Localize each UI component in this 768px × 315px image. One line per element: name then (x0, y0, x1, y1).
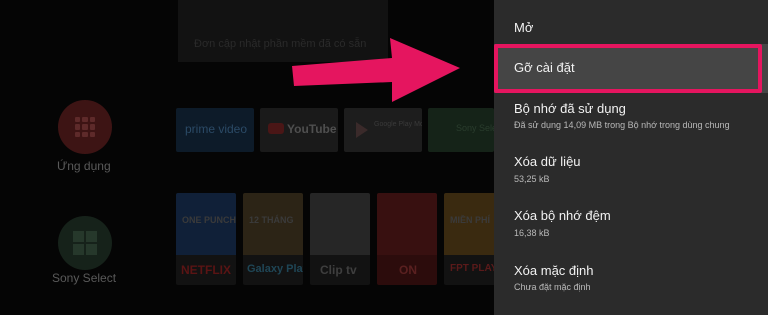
apps-launcher-button[interactable] (58, 100, 112, 154)
pointer-arrow-icon (292, 38, 460, 102)
menu-item-subtitle: 16,38 kB (514, 228, 550, 238)
menu-item-title: Xóa dữ liệu (514, 154, 581, 169)
app-tile-google-play-movies[interactable]: Google Play Movies (344, 108, 422, 152)
poster-caption: Galaxy Play (247, 263, 303, 275)
sony-select-button[interactable] (58, 216, 112, 270)
prime-video-logo: prime video (185, 122, 248, 136)
menu-item-subtitle: Chưa đặt mặc định (514, 282, 591, 292)
poster-art (310, 193, 370, 255)
poster-clip-tv[interactable]: Clip tv (310, 193, 370, 285)
menu-item-title: Gỡ cài đặt (514, 60, 575, 75)
poster-caption: ON (399, 263, 417, 277)
menu-item-open[interactable]: Mở (494, 0, 768, 44)
app-options-panel: Mở Gỡ cài đặt Bộ nhớ đã sử dụng Đã sử dụ… (494, 0, 768, 315)
sony-select-icon (73, 231, 97, 255)
google-play-icon (356, 122, 368, 138)
poster-galaxy-play[interactable]: 12 THÁNG Galaxy Play (243, 193, 303, 285)
apps-launcher-label: Ứng dụng (57, 159, 111, 173)
poster-on[interactable]: ON (377, 193, 437, 285)
google-play-movies-text: Google Play Movies (374, 121, 422, 128)
menu-item-title: Xóa mặc định (514, 263, 594, 278)
sony-select-label: Sony Select (52, 271, 117, 285)
menu-item-subtitle: Đã sử dụng 14,09 MB trong Bộ nhớ trong d… (514, 120, 730, 130)
poster-caption: Clip tv (320, 263, 357, 277)
menu-item-subtitle: 53,25 kB (514, 174, 550, 184)
youtube-logo-text: YouTube (287, 122, 337, 136)
youtube-play-icon (268, 123, 284, 134)
poster-art: ONE PUNCH MAN (176, 193, 236, 255)
poster-caption: FPT PLAY (450, 263, 494, 274)
app-tile-prime-video[interactable]: prime video (176, 108, 254, 152)
menu-item-title: Mở (514, 20, 534, 35)
poster-art (377, 193, 437, 255)
menu-item-uninstall[interactable]: Gỡ cài đặt (494, 44, 768, 93)
green-app-text: Sony Select (456, 123, 494, 133)
app-tile-green[interactable]: Sony Select (428, 108, 494, 152)
menu-item-title: Xóa bộ nhớ đệm (514, 208, 611, 223)
app-grid-icon (75, 117, 95, 137)
poster-art: 12 THÁNG (243, 193, 303, 255)
poster-netflix[interactable]: ONE PUNCH MAN NETFLIX (176, 193, 236, 285)
menu-item-clear-cache[interactable]: Xóa bộ nhớ đệm 16,38 kB (494, 197, 768, 251)
menu-item-title: Bộ nhớ đã sử dụng (514, 101, 626, 116)
app-tile-youtube[interactable]: YouTube (260, 108, 338, 152)
menu-item-clear-data[interactable]: Xóa dữ liệu 53,25 kB (494, 145, 768, 197)
poster-caption: NETFLIX (181, 263, 231, 277)
menu-item-storage-used[interactable]: Bộ nhớ đã sử dụng Đã sử dụng 14,09 MB tr… (494, 93, 768, 145)
poster-art: MIỀN PHÍ (444, 193, 494, 255)
menu-item-clear-defaults[interactable]: Xóa mặc định Chưa đặt mặc định (494, 251, 768, 315)
poster-fpt-play[interactable]: MIỀN PHÍ FPT PLAY (444, 193, 494, 285)
